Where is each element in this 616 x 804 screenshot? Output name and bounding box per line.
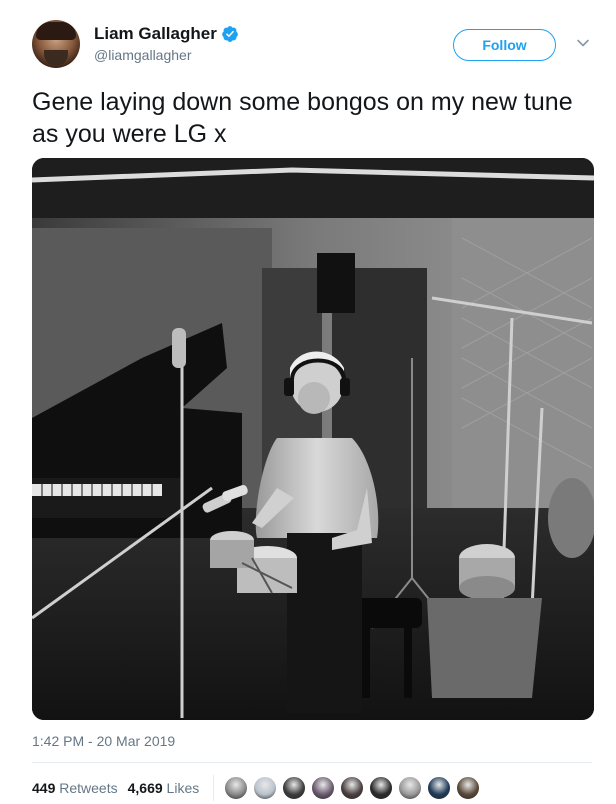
name-row: Liam Gallagher [94, 24, 239, 44]
likes-count: 4,669 [127, 780, 163, 796]
tweet-photo[interactable] [32, 158, 594, 720]
avatar-beard [44, 50, 68, 66]
avatar[interactable] [32, 20, 80, 68]
tweet-header: Liam Gallagher @liamgallagher Follow [32, 20, 592, 74]
likes-stat[interactable]: 4,669 Likes [128, 780, 200, 796]
divider [32, 762, 592, 763]
liker-avatar[interactable] [224, 776, 249, 800]
liker-avatar[interactable] [456, 776, 481, 800]
liker-avatar[interactable] [398, 776, 423, 800]
retweets-count: 449 [32, 780, 56, 796]
liker-avatar[interactable] [282, 776, 307, 800]
verified-badge-icon [221, 26, 238, 42]
liker-avatar[interactable] [253, 776, 278, 800]
author-name[interactable]: Liam Gallagher [94, 24, 217, 44]
retweets-label: Retweets [59, 780, 118, 796]
likes-label: Likes [166, 780, 200, 796]
engagement-stats: 449 Retweets 4,669 Likes [32, 774, 485, 802]
studio-photo-image [32, 158, 594, 720]
liker-avatar[interactable] [427, 776, 452, 800]
liker-avatar[interactable] [369, 776, 394, 800]
chevron-down-icon[interactable] [576, 36, 590, 50]
tweet-timestamp[interactable]: 1:42 PM - 20 Mar 2019 [32, 733, 175, 749]
retweets-stat[interactable]: 449 Retweets [32, 780, 118, 796]
stats-separator [213, 775, 215, 801]
liker-avatars [224, 776, 485, 800]
tweet-text: Gene laying down some bongos on my new t… [32, 88, 573, 148]
liker-avatar[interactable] [311, 776, 336, 800]
author-block[interactable]: Liam Gallagher @liamgallagher [94, 24, 239, 63]
author-handle[interactable]: @liamgallagher [94, 47, 239, 63]
follow-button[interactable]: Follow [453, 29, 556, 61]
liker-avatar[interactable] [340, 776, 365, 800]
avatar-hair [36, 22, 76, 40]
